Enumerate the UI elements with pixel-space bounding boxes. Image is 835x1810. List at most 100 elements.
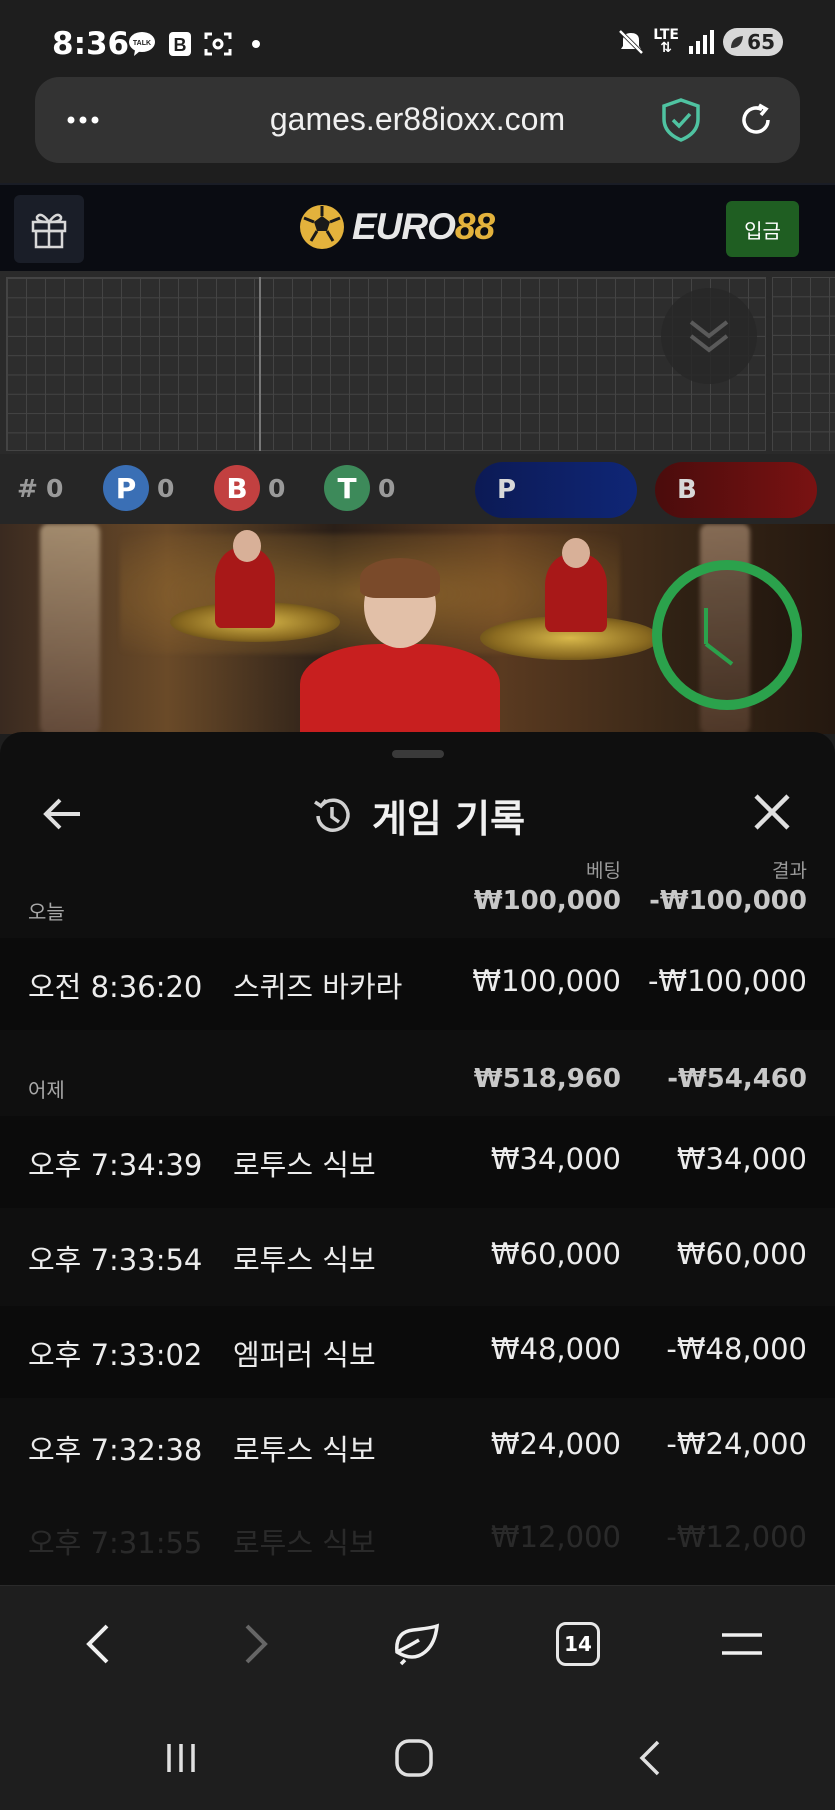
group-total-result: -₩54,460 (667, 1064, 807, 1094)
whale-home-icon[interactable] (386, 1614, 446, 1674)
screenshot-icon (204, 30, 232, 58)
hash-label: # (17, 473, 38, 503)
record-bet: ₩12,000 (490, 1520, 621, 1554)
record-time: 오후 7:33:02 (28, 1338, 203, 1372)
group-label: 오늘 (28, 900, 65, 924)
column-result: 결과 (772, 860, 807, 882)
group-total-bet: ₩100,000 (473, 886, 621, 916)
bet-timer (652, 560, 802, 710)
record-bet: ₩60,000 (490, 1237, 621, 1271)
group-label: 어제 (28, 1078, 65, 1102)
record-game: 로투스 식보 (233, 1433, 376, 1467)
column-bet: 베팅 (586, 860, 621, 882)
history-icon (313, 797, 350, 832)
record-time: 오후 7:34:39 (28, 1148, 203, 1182)
stat-player: P 0 (103, 460, 174, 516)
menu-icon[interactable] (712, 1614, 772, 1674)
player-count: 0 (157, 473, 175, 503)
talk-icon: TALK (128, 30, 156, 58)
svg-text:TALK: TALK (133, 40, 151, 47)
expand-roadmap-button[interactable] (661, 288, 757, 384)
sheet-drag-handle[interactable] (392, 750, 444, 758)
live-dealer-video (0, 524, 835, 734)
tie-count: 0 (378, 473, 396, 503)
system-navigation-bar (0, 1705, 835, 1810)
svg-text:B: B (174, 35, 187, 55)
sheet-title-group: 게임 기록 (0, 788, 835, 843)
sheet-title: 게임 기록 (371, 797, 526, 841)
browser-forward-icon[interactable] (226, 1614, 286, 1674)
signal-icon (687, 28, 715, 56)
history-row[interactable]: 오후 7:33:02 엠퍼러 식보 ₩48,000 -₩48,000 (0, 1306, 835, 1398)
record-result: ₩60,000 (676, 1237, 807, 1271)
bead-stats-row: # 0 P 0 B 0 T 0 P B (0, 454, 835, 524)
sheet-header: 게임 기록 (0, 772, 835, 852)
b-app-icon: B (166, 30, 194, 58)
browser-toolbar: 14 (0, 1585, 835, 1705)
clock-icon (704, 608, 734, 666)
player-badge: P (103, 465, 149, 511)
address-bar[interactable]: games.er88ioxx.com (35, 77, 800, 163)
record-result: -₩24,000 (666, 1427, 807, 1461)
history-row[interactable]: 오전 8:36:20 스퀴즈 바카라 ₩100,000 -₩100,000 (0, 938, 835, 1030)
group-header-yesterday: 어제 ₩518,960 -₩54,460 (0, 1058, 835, 1106)
gift-button[interactable] (14, 195, 84, 263)
record-time: 오후 7:33:54 (28, 1243, 203, 1277)
lte-indicator: LTE ⇅ (653, 27, 679, 56)
shield-check-icon[interactable] (660, 97, 702, 147)
record-game: 엠퍼러 식보 (233, 1338, 376, 1372)
logo-text-euro: EURO (352, 206, 456, 247)
dot-icon (242, 30, 270, 58)
system-back-icon[interactable] (624, 1733, 674, 1783)
tab-count: 14 (556, 1622, 600, 1666)
stat-tie: T 0 (324, 460, 395, 516)
game-history-sheet: 게임 기록 베팅 결과 오늘 ₩100,000 -₩100,000 오전 8:3… (0, 732, 835, 1585)
roadmap-grid-divider (6, 277, 766, 451)
deposit-button[interactable]: 입금 (726, 201, 799, 257)
reload-icon[interactable] (735, 99, 777, 145)
record-result: -₩100,000 (647, 964, 807, 998)
stat-total: # 0 (17, 460, 63, 516)
history-row[interactable]: 오후 7:33:54 로투스 식보 ₩60,000 ₩60,000 (0, 1211, 835, 1303)
history-row[interactable]: 오후 7:31:55 로투스 식보 ₩12,000 -₩12,000 (0, 1494, 835, 1585)
player-predict-button[interactable]: P (475, 462, 637, 518)
record-time: 오후 7:32:38 (28, 1433, 203, 1467)
close-icon[interactable] (752, 792, 792, 832)
logo-text-88: 88 (454, 206, 495, 247)
tabs-button[interactable]: 14 (548, 1614, 608, 1674)
group-header-today: 오늘 ₩100,000 -₩100,000 (0, 880, 835, 928)
group-total-result: -₩100,000 (649, 886, 807, 916)
app-header: EURO 88 입금 (0, 183, 835, 271)
record-result: -₩48,000 (666, 1332, 807, 1366)
mute-icon (617, 28, 645, 56)
recent-apps-icon[interactable] (156, 1733, 206, 1783)
record-time: 오후 7:31:55 (28, 1526, 203, 1560)
banker-badge: B (214, 465, 260, 511)
tie-badge: T (324, 465, 370, 511)
status-bar: 8:36 TALK B LTE ⇅ 65 (0, 0, 835, 72)
roadmap-grid-secondary (772, 277, 835, 451)
record-bet: ₩34,000 (490, 1142, 621, 1176)
history-row[interactable]: 오후 7:32:38 로투스 식보 ₩24,000 -₩24,000 (0, 1401, 835, 1493)
banker-predict-button[interactable]: B (655, 462, 817, 518)
record-game: 로투스 식보 (233, 1526, 376, 1560)
home-icon[interactable] (389, 1733, 439, 1783)
status-notification-icons: TALK B (128, 30, 270, 58)
status-time: 8:36 (52, 26, 130, 62)
record-game: 로투스 식보 (233, 1148, 376, 1182)
stat-banker: B 0 (214, 460, 285, 516)
group-total-bet: ₩518,960 (473, 1064, 621, 1094)
browser-back-icon[interactable] (68, 1614, 128, 1674)
gift-icon (31, 213, 67, 249)
roadmap-panel (0, 271, 835, 454)
status-system-icons: LTE ⇅ 65 (617, 28, 783, 56)
record-bet: ₩100,000 (472, 964, 621, 998)
banker-count: 0 (268, 473, 286, 503)
battery-indicator: 65 (723, 28, 783, 56)
record-result: ₩34,000 (676, 1142, 807, 1176)
record-bet: ₩24,000 (490, 1427, 621, 1461)
record-result: -₩12,000 (666, 1520, 807, 1554)
history-row[interactable]: 오후 7:34:39 로투스 식보 ₩34,000 ₩34,000 (0, 1116, 835, 1208)
double-chevron-down-icon (689, 320, 729, 353)
euro88-logo[interactable]: EURO 88 (298, 199, 495, 255)
